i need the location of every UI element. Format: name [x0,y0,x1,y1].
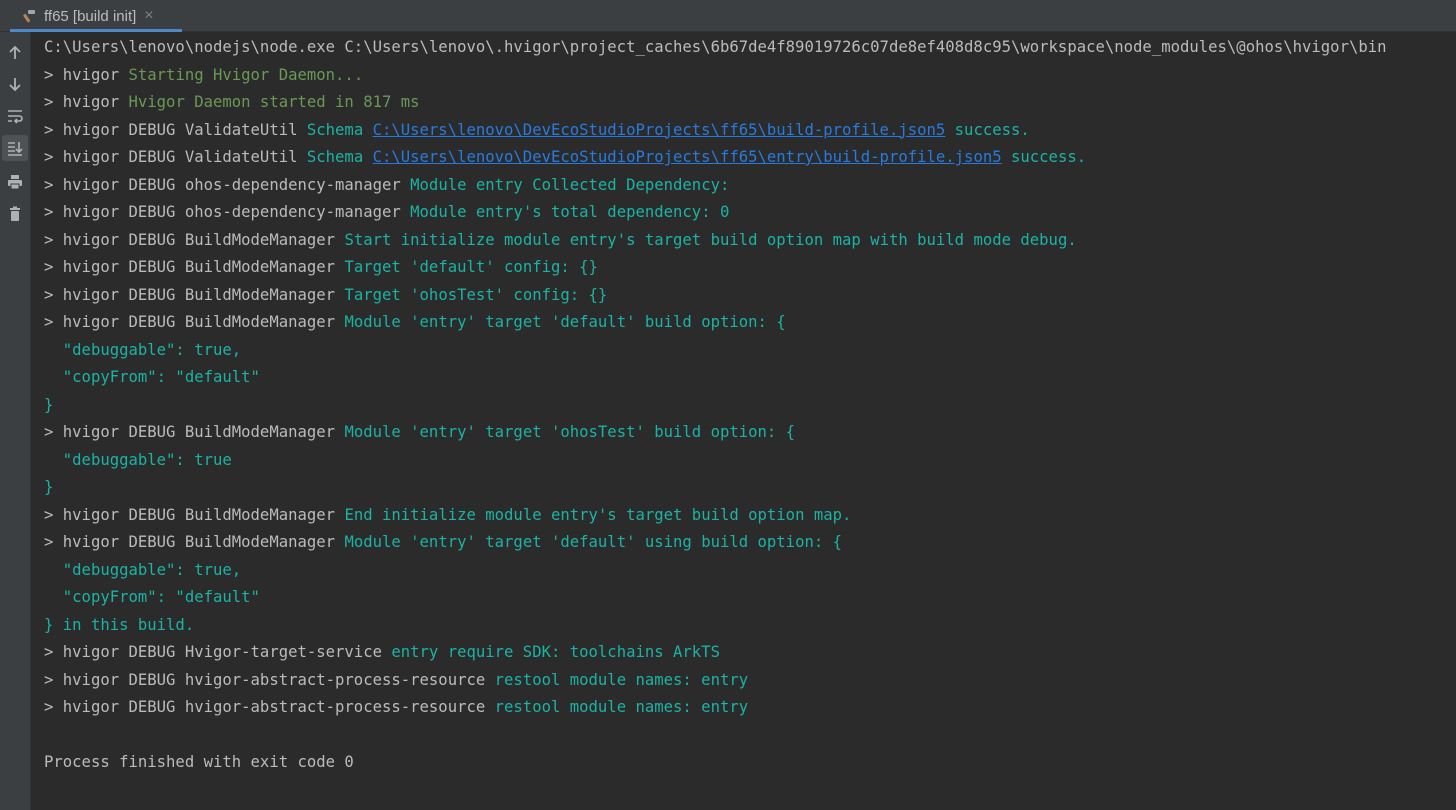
active-tab-indicator [10,29,182,32]
console-text: } in this build. [44,615,195,634]
console-line: "debuggable": true, [44,557,1456,585]
hammer-icon [22,8,38,24]
console-text: Hvigor Daemon started in 817 ms [128,93,420,111]
console-text: > hvigor DEBUG ValidateUtil [44,120,307,139]
console-line: } [44,392,1456,420]
console-line: > hvigor DEBUG ValidateUtil Schema C:\Us… [44,144,1456,172]
console-text: Module 'entry' target 'ohosTest' build o… [344,423,796,441]
console-text: entry require SDK: toolchains ArkTS [391,643,720,661]
console-line: > hvigor DEBUG BuildModeManager Target '… [44,282,1456,310]
console-line: Process finished with exit code 0 [44,749,1456,777]
console-text: } [44,478,54,496]
console-text: "debuggable": true [44,450,232,469]
console-text: > hvigor DEBUG BuildModeManager [44,230,345,249]
console-output[interactable]: C:\Users\lenovo\nodejs\node.exe C:\Users… [44,34,1456,804]
console-text: Process finished with exit code 0 [44,753,354,771]
down-arrow-icon[interactable] [2,71,28,97]
run-tool-window: ff65 [build init] × C:\Users\lenovo\node… [0,0,1456,810]
console-line: > hvigor DEBUG ohos-dependency-manager M… [44,199,1456,227]
console-line: > hvigor DEBUG BuildModeManager Module '… [44,309,1456,337]
console-text: > hvigor DEBUG BuildModeManager [44,423,345,441]
scroll-to-end-icon[interactable] [2,135,28,161]
console-line: > hvigor DEBUG hvigor-abstract-process-r… [44,667,1456,695]
console-text: Module 'entry' target 'default' build op… [344,313,786,331]
console-text: > hvigor DEBUG ValidateUtil [44,148,307,166]
console-text: } [44,395,54,414]
console-line: "debuggable": true, [44,337,1456,365]
print-icon[interactable] [2,169,28,195]
console-line: > hvigor DEBUG hvigor-abstract-process-r… [44,694,1456,722]
console-line: > hvigor DEBUG BuildModeManager Module '… [44,529,1456,557]
console-line: > hvigor DEBUG BuildModeManager End init… [44,502,1456,530]
console-line: C:\Users\lenovo\nodejs\node.exe C:\Users… [44,34,1456,62]
trash-icon[interactable] [2,201,28,227]
soft-wrap-icon[interactable] [2,103,28,129]
console-line: > hvigor DEBUG ValidateUtil Schema C:\Us… [44,117,1456,145]
console-line: } [44,474,1456,502]
console-text: > hvigor DEBUG ohos-dependency-manager [44,203,411,221]
close-icon[interactable]: × [144,8,153,24]
console-line: > hvigor Hvigor Daemon started in 817 ms [44,89,1456,117]
console-text: "copyFrom": "default" [44,368,260,386]
console-line: } in this build. [44,612,1456,640]
console-text: > hvigor DEBUG hvigor-abstract-process-r… [44,698,495,716]
console-text: > hvigor [44,65,129,84]
console-text: > hvigor DEBUG BuildModeManager [44,505,345,524]
console-line: > hvigor DEBUG Hvigor-target-service ent… [44,639,1456,667]
console-text: > hvigor [44,93,129,111]
console-text: success. [945,120,1030,139]
console-text: End initialize module entry's target bui… [344,505,852,524]
console-text: "debuggable": true, [44,560,242,579]
up-arrow-icon[interactable] [2,40,28,66]
console-text: C:\Users\lenovo\nodejs\node.exe C:\Users… [44,38,1387,56]
console-text: > hvigor DEBUG Hvigor-target-service [44,643,392,661]
console-text: Starting Hvigor Daemon... [128,65,364,84]
console-line: "debuggable": true [44,447,1456,475]
console-line: "copyFrom": "default" [44,364,1456,392]
console-text: > hvigor DEBUG BuildModeManager [44,313,345,331]
console-text: success. [1001,148,1087,166]
console-text: > hvigor DEBUG BuildModeManager [44,258,345,276]
console-text: restool module names: entry [494,670,749,689]
console-text: Schema [306,120,373,139]
console-line: "copyFrom": "default" [44,584,1456,612]
console-text: Target 'default' config: {} [344,258,598,276]
console-toolbar [0,32,31,810]
file-path-link[interactable]: C:\Users\lenovo\DevEcoStudioProjects\ff6… [373,148,1002,166]
console-text: > hvigor DEBUG hvigor-abstract-process-r… [44,670,495,689]
console-text: > hvigor DEBUG BuildModeManager [44,285,345,304]
console-text: Start initialize module entry's target b… [344,230,1077,249]
file-path-link[interactable]: C:\Users\lenovo\DevEcoStudioProjects\ff6… [373,121,946,139]
console-line: > hvigor DEBUG BuildModeManager Module '… [44,419,1456,447]
console-text: "copyFrom": "default" [44,588,260,606]
console-line: > hvigor DEBUG BuildModeManager Target '… [44,254,1456,282]
tab-title: ff65 [build init] [44,7,137,25]
console-text: Module entry Collected Dependency: [410,175,730,194]
console-text: "debuggable": true, [44,340,242,359]
tab-bar: ff65 [build init] × [0,0,1456,32]
console-line: > hvigor DEBUG BuildModeManager Start in… [44,227,1456,255]
console-text: > hvigor DEBUG BuildModeManager [44,533,345,551]
console-line: > hvigor Starting Hvigor Daemon... [44,62,1456,90]
console-text: Schema [306,148,373,166]
tab-build-init[interactable]: ff65 [build init] × [10,0,182,32]
console-text: > hvigor DEBUG ohos-dependency-manager [44,175,411,194]
console-text: Module 'entry' target 'default' using bu… [344,533,843,551]
console-text: Module entry's total dependency: 0 [410,203,730,221]
console-text: Target 'ohosTest' config: {} [344,285,608,304]
console-line: > hvigor DEBUG ohos-dependency-manager M… [44,172,1456,200]
console-text: restool module names: entry [494,698,749,716]
